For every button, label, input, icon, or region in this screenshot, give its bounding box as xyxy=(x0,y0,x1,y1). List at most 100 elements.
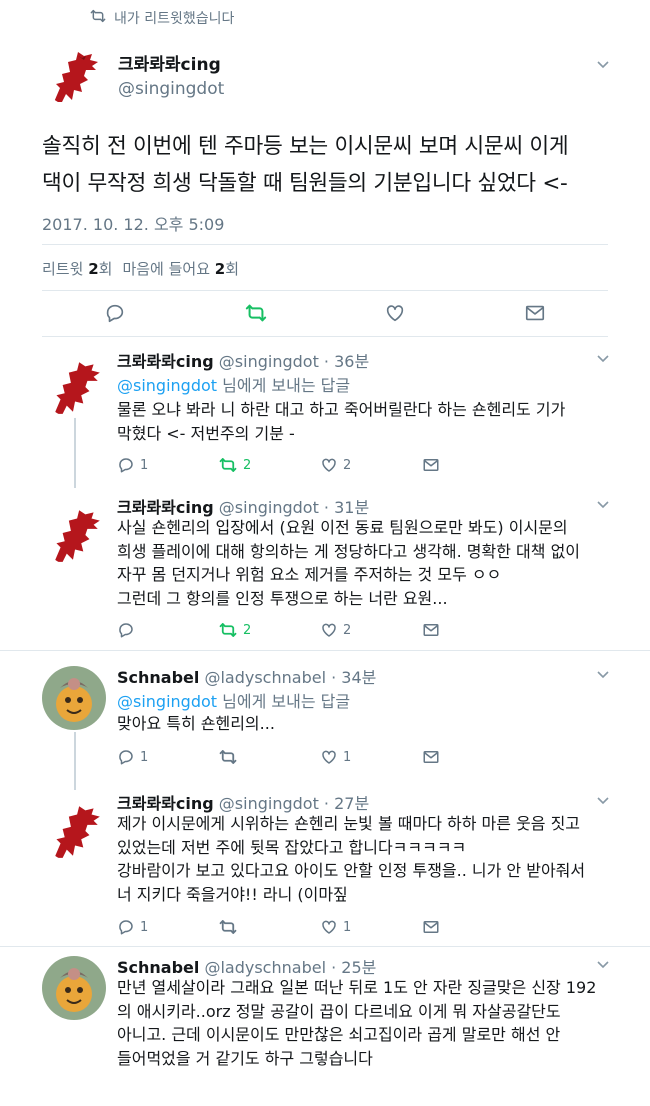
main-tweet-text-line: 댁이 무작정 희생 닥돌할 때 팀원들의 기분입니다 싶었다 <- xyxy=(42,171,568,196)
like-button[interactable]: 2 xyxy=(320,456,351,474)
reply-author-name[interactable]: 크롸롸롸cing xyxy=(117,794,214,813)
reply-text-line: 막혔다 <- 저번주의 기분 - xyxy=(117,423,295,443)
like-button[interactable] xyxy=(384,302,406,324)
retweet-count: 2 xyxy=(243,622,252,638)
reply-text-line: 희생 플레이에 대해 항의하는 게 정당하다고 생각해. 명확한 대책 없이 xyxy=(117,541,581,561)
avatar[interactable] xyxy=(42,44,104,106)
message-icon xyxy=(524,302,546,324)
reply-text: 맞아요 특히 숀헨리의... xyxy=(117,712,612,736)
like-icon xyxy=(320,748,338,766)
reply-author-name[interactable]: 크롸롸롸cing xyxy=(117,352,214,371)
retweet-button[interactable] xyxy=(244,302,268,324)
reply-button[interactable] xyxy=(117,621,140,639)
chevron-down-icon[interactable] xyxy=(596,670,610,680)
chevron-down-icon[interactable] xyxy=(596,960,610,970)
reply-tweet[interactable]: Schnabel @ladyschnabel · 25분 만년 열세살이라 그래… xyxy=(0,948,650,1106)
reply-count: 1 xyxy=(140,749,149,765)
message-button[interactable] xyxy=(422,456,440,474)
message-button[interactable] xyxy=(422,918,440,936)
retweets-unit: 회 xyxy=(98,260,113,278)
likes-label: 마음에 들어요 xyxy=(122,260,211,278)
main-tweet-header: 크롸롸롸cing @singingdot xyxy=(42,44,224,106)
reply-button[interactable]: 1 xyxy=(117,748,148,766)
reply-text-line: 그런데 그 항의를 인정 투쟁으로 하는 너란 요원... xyxy=(117,588,448,608)
reply-mention-link[interactable]: @singingdot xyxy=(117,692,217,711)
chevron-down-icon[interactable] xyxy=(596,354,610,364)
reply-author-name[interactable]: Schnabel xyxy=(117,668,199,687)
avatar[interactable] xyxy=(42,956,106,1020)
retweet-context: 내가 리트윗했습니다 xyxy=(90,8,234,28)
reply-text-line: 있었는데 저번 주에 뒷목 잡았다고 합니다ㅋㅋㅋㅋㅋ xyxy=(117,837,467,857)
chevron-down-icon[interactable] xyxy=(596,60,610,70)
retweet-icon xyxy=(218,621,238,639)
reply-text: 제가 이시문에게 시위하는 숀헨리 눈빛 볼 때마다 하하 마른 웃음 짓고 있… xyxy=(117,812,612,906)
retweet-button[interactable] xyxy=(218,748,243,766)
message-icon xyxy=(422,621,440,639)
reply-to-label: 님에게 보내는 답글 xyxy=(217,376,351,395)
like-count: 2 xyxy=(343,622,352,638)
message-icon xyxy=(422,748,440,766)
reply-text-line: 제가 이시문에게 시위하는 숀헨리 눈빛 볼 때마다 하하 마른 웃음 짓고 xyxy=(117,814,581,833)
divider xyxy=(0,946,650,947)
reply-mention-link[interactable]: @singingdot xyxy=(117,376,217,395)
retweet-icon xyxy=(218,918,238,936)
reply-icon xyxy=(117,748,135,766)
reply-text-line: 아니고. 근데 이시문이도 만만찮은 쇠고집이라 곱게 말로만 해선 안 xyxy=(117,1025,561,1044)
retweet-button[interactable]: 2 xyxy=(218,621,251,639)
reply-author-name[interactable]: Schnabel xyxy=(117,958,199,977)
message-button[interactable] xyxy=(524,302,546,324)
reply-meta: @ladyschnabel · 34분 xyxy=(204,668,377,687)
retweet-button[interactable]: 2 xyxy=(218,456,251,474)
divider xyxy=(42,336,608,337)
like-button[interactable]: 2 xyxy=(320,621,351,639)
reply-to-label: 님에게 보내는 답글 xyxy=(217,692,351,711)
like-stat[interactable]: 마음에 들어요 2회 xyxy=(122,258,239,279)
avatar[interactable] xyxy=(42,502,106,566)
avatar[interactable] xyxy=(42,666,106,730)
reply-text-line: 의 애시키라..orz 정말 공갈이 끕이 다르네요 이게 뭐 자살공갈단도 xyxy=(117,1001,561,1021)
retweet-stat[interactable]: 리트윗 2회 xyxy=(42,258,112,279)
reply-icon xyxy=(104,302,126,324)
reply-icon xyxy=(117,918,135,936)
retweet-icon xyxy=(90,8,106,28)
main-tweet-text-line: 솔직히 전 이번에 텐 주마등 보는 이시문씨 보며 시문씨 이게 xyxy=(42,134,569,159)
retweets-label: 리트윗 xyxy=(42,260,84,278)
chevron-down-icon[interactable] xyxy=(596,500,610,510)
like-button[interactable]: 1 xyxy=(320,918,351,936)
author-handle[interactable]: @singingdot xyxy=(118,79,224,99)
avatar[interactable] xyxy=(42,354,106,418)
reply-text-line: 물론 오냐 봐라 니 하란 대고 하고 죽어버릴란다 하는 숀헨리도 기가 xyxy=(117,400,566,419)
reply-text: 만년 열세살이라 그래요 일본 떠난 뒤로 1도 안 자란 징글맞은 신장 19… xyxy=(117,976,612,1070)
reply-icon xyxy=(117,621,135,639)
reply-text: 사실 숀헨리의 입장에서 (요원 이전 동료 팀원으로만 봐도) 이시문의 희생… xyxy=(117,516,612,610)
chevron-down-icon[interactable] xyxy=(596,796,610,806)
reply-author-name[interactable]: 크롸롸롸cing xyxy=(117,498,214,517)
reply-text-line: 강바람이가 보고 있다고요 아이도 안할 인정 투쟁을.. 니가 안 받아줘서 xyxy=(117,861,586,880)
message-icon xyxy=(422,918,440,936)
like-count: 2 xyxy=(343,457,352,473)
retweet-button[interactable] xyxy=(218,918,243,936)
reply-button[interactable] xyxy=(104,302,126,324)
reply-meta: @singingdot · 36분 xyxy=(218,352,370,371)
reply-icon xyxy=(117,456,135,474)
avatar[interactable] xyxy=(42,798,106,862)
retweets-count: 2 xyxy=(88,260,99,278)
likes-unit: 회 xyxy=(225,260,240,278)
likes-count: 2 xyxy=(214,260,226,278)
like-icon xyxy=(320,918,338,936)
retweet-icon xyxy=(244,302,268,324)
divider xyxy=(42,244,608,245)
divider xyxy=(42,290,608,291)
author-name[interactable]: 크롸롸롸cing xyxy=(118,50,224,75)
reply-meta: @ladyschnabel · 25분 xyxy=(204,958,377,977)
message-button[interactable] xyxy=(422,621,440,639)
retweet-count: 2 xyxy=(243,457,252,473)
message-button[interactable] xyxy=(422,748,440,766)
reply-button[interactable]: 1 xyxy=(117,456,148,474)
reply-count: 1 xyxy=(140,457,149,473)
like-count: 1 xyxy=(343,919,352,935)
like-icon xyxy=(320,456,338,474)
tweet-timestamp[interactable]: 2017. 10. 12. 오후 5:09 xyxy=(42,211,224,235)
like-button[interactable]: 1 xyxy=(320,748,351,766)
reply-button[interactable]: 1 xyxy=(117,918,148,936)
